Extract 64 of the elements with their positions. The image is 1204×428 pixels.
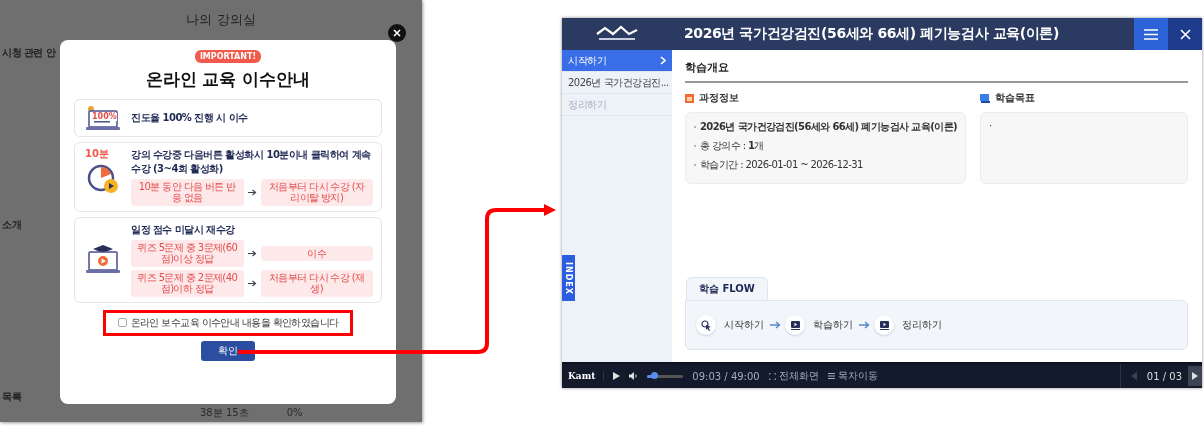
close-button[interactable] <box>388 23 406 42</box>
info-item: 학습기간 : 2026-01-01 ~ 2026-12-31 <box>700 158 863 172</box>
icon-label: 100% <box>92 112 117 121</box>
arrow-icon <box>859 321 870 329</box>
section-title: 과정정보 <box>699 91 739 105</box>
close-icon <box>393 28 401 37</box>
sidebar-item[interactable]: 2026년 국가건강검진... <box>562 72 672 94</box>
info-item: 총 강의수 : 1개 <box>700 139 764 153</box>
fullscreen-button[interactable]: 전체화면 <box>768 369 819 383</box>
step-label: 시작하기 <box>724 318 764 332</box>
condition-chip: 퀴즈 5문제 중 2문제(40점)이하 정답 <box>131 269 244 297</box>
next-button[interactable] <box>1188 366 1202 386</box>
monitor-icon <box>979 93 990 103</box>
menu-button[interactable] <box>1134 18 1168 50</box>
page-title: 나의 강의실 <box>186 10 256 29</box>
page-counter: 01 / 03 <box>1146 370 1182 382</box>
table-cell: 38분 15초 <box>200 405 249 420</box>
volume-slider[interactable] <box>647 374 684 378</box>
result-chip: 처음부터 다시 수강 (자리이탈 방지) <box>260 178 373 206</box>
chevron-right-icon <box>660 56 666 65</box>
arrow-icon <box>247 188 257 196</box>
section-title: 학습목표 <box>994 91 1035 105</box>
list-icon <box>827 373 835 379</box>
table-cell: 0% <box>286 407 303 419</box>
condition-chip: 10분 동안 다음 버튼 반응 없음 <box>131 178 244 206</box>
arrow-icon <box>770 321 781 329</box>
result-chip: 이수 <box>260 245 373 261</box>
info-item: · <box>988 120 992 131</box>
rule-title: 강의 수강중 다음버튼 활성화시 10분이내 클릭하여 계속 수강 (3~4회 활성화) <box>131 147 372 176</box>
step-label: 학습하기 <box>813 318 853 332</box>
icon-label: 10분 <box>85 148 109 159</box>
section-heading: 소개 <box>1 217 22 232</box>
triangle-right-icon <box>1192 372 1198 380</box>
document-icon <box>685 93 694 103</box>
section-heading: 학습개요 <box>685 60 1188 83</box>
modal-title: 온라인 교육 이수안내 <box>145 67 311 91</box>
graduate-laptop-icon <box>85 243 121 276</box>
menu-icon <box>1144 28 1158 40</box>
arrow-icon <box>247 279 257 287</box>
rule-title: 일정 점수 미달시 재수강 <box>131 222 236 237</box>
confirm-checkbox[interactable]: 온라인 보수교육 이수안내 내용을 확인하였습니다 <box>117 315 339 330</box>
important-badge: IMPORTANT! <box>194 49 262 63</box>
brand-logo: Kamt <box>568 371 605 381</box>
sidebar-item[interactable]: 시작하기 <box>562 50 672 72</box>
result-chip: 처음부터 다시 수강 (재생) <box>260 269 373 297</box>
index-tab[interactable]: INDEX <box>562 255 575 301</box>
section-heading: 목록 <box>1 389 23 404</box>
arrow-icon <box>247 249 257 257</box>
section-heading: 시청 관련 안 <box>1 45 57 60</box>
toc-button[interactable]: 목차이동 <box>827 369 878 383</box>
close-icon <box>1179 28 1191 40</box>
step-label: 정리하기 <box>902 318 942 332</box>
time-display: 09:03 / 49:00 <box>692 370 760 382</box>
rule-title: 진도율 100% 진행 시 이수 <box>131 110 249 125</box>
fullscreen-icon <box>768 372 776 380</box>
info-item: 2026년 국가건강검진(56세와 66세) 폐기능검사 교육(이론) <box>700 120 957 134</box>
slider-thumb[interactable] <box>651 372 658 379</box>
confirm-button[interactable]: 확인 <box>201 340 255 361</box>
triangle-left-icon <box>1130 372 1137 380</box>
course-title: 2026년 국가건강검진(56세와 66세) 폐기능검사 교육(이론) <box>683 24 1061 43</box>
condition-chip: 퀴즈 5문제 중 3문제(60점)이상 정답 <box>131 239 244 267</box>
volume-icon[interactable] <box>629 372 639 380</box>
play-icon[interactable] <box>613 372 621 380</box>
flow-tab[interactable]: 학습 FLOW <box>686 277 768 300</box>
